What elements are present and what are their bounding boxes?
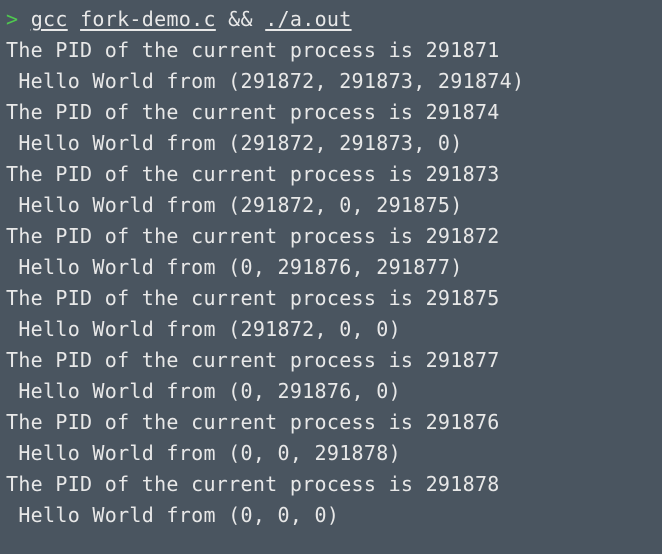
output-line: Hello World from (291872, 0, 0)	[6, 314, 656, 345]
cmd-gcc: gcc	[31, 7, 68, 31]
output-line: Hello World from (0, 291876, 0)	[6, 376, 656, 407]
cmd-space	[216, 7, 228, 31]
cmd-space	[68, 7, 80, 31]
output-line: The PID of the current process is 291875	[6, 283, 656, 314]
cmd-aout: ./a.out	[265, 7, 351, 31]
output-line: Hello World from (291872, 0, 291875)	[6, 190, 656, 221]
output-line: Hello World from (0, 291876, 291877)	[6, 252, 656, 283]
output-line: The PID of the current process is 291877	[6, 345, 656, 376]
output-line: Hello World from (0, 0, 291878)	[6, 438, 656, 469]
cmd-space	[253, 7, 265, 31]
output-line: Hello World from (291872, 291873, 0)	[6, 128, 656, 159]
output-line: The PID of the current process is 291876	[6, 407, 656, 438]
cmd-filename: fork-demo.c	[80, 7, 216, 31]
cmd-and: &&	[228, 7, 253, 31]
output-line: Hello World from (291872, 291873, 291874…	[6, 66, 656, 97]
output-line: The PID of the current process is 291872	[6, 221, 656, 252]
output-line: The PID of the current process is 291874	[6, 97, 656, 128]
output-line: The PID of the current process is 291878	[6, 469, 656, 500]
command-line[interactable]: > gcc fork-demo.c && ./a.out	[6, 4, 656, 35]
output-line: The PID of the current process is 291873	[6, 159, 656, 190]
shell-prompt: >	[6, 7, 31, 31]
output-line: Hello World from (0, 0, 0)	[6, 500, 656, 531]
output-line: The PID of the current process is 291871	[6, 35, 656, 66]
